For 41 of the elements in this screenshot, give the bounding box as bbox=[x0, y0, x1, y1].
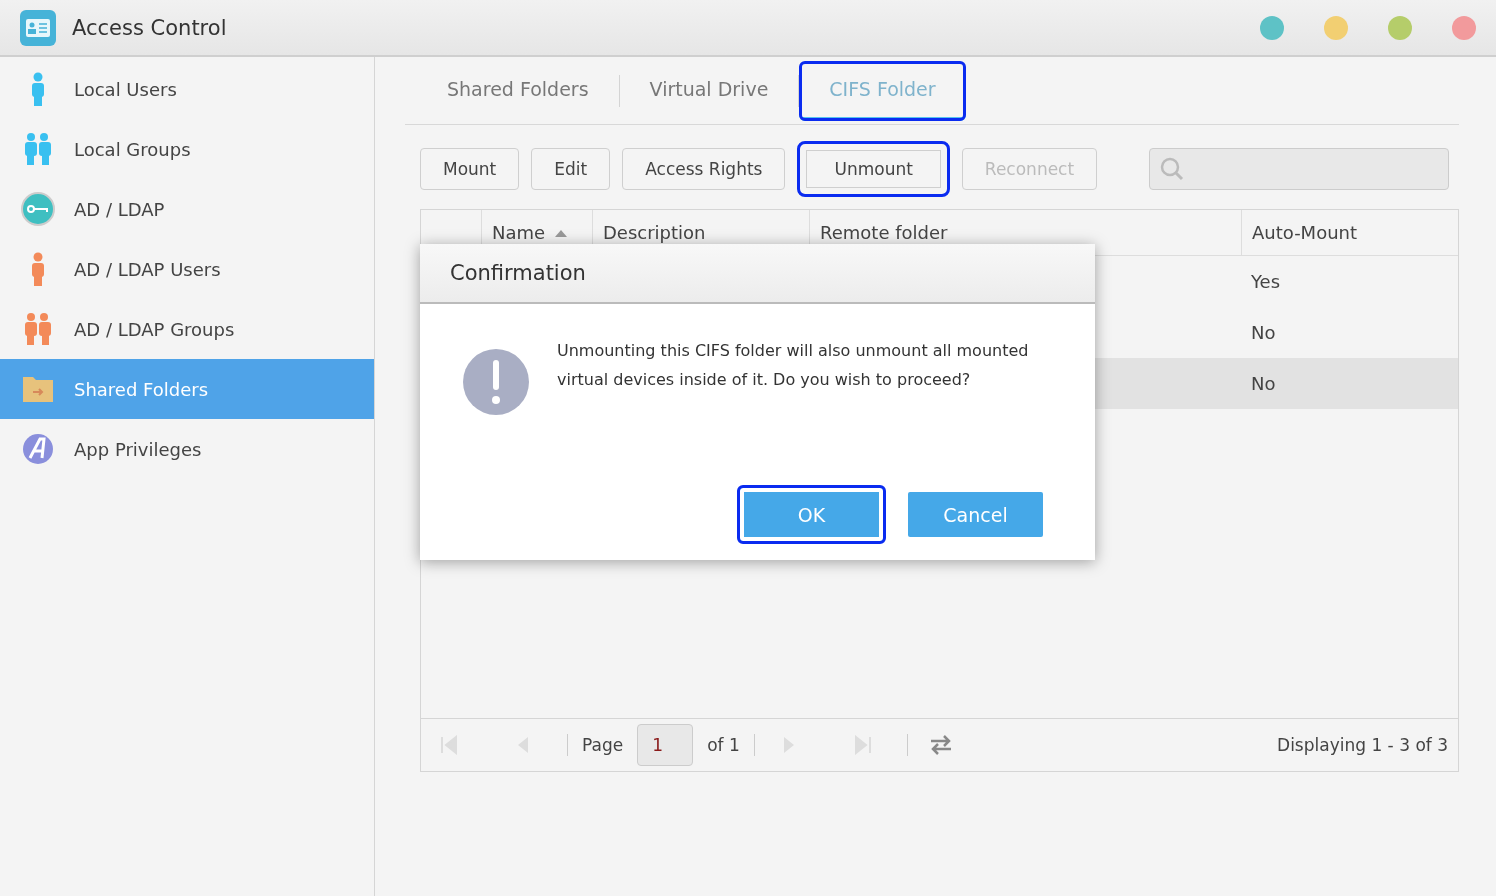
search-icon bbox=[1159, 156, 1186, 182]
window-control-dot[interactable] bbox=[1452, 15, 1476, 40]
sidebar-item[interactable]: AD / LDAP bbox=[0, 179, 374, 239]
tab[interactable]: Shared Folders bbox=[417, 60, 619, 121]
sidebar-item[interactable]: Local Groups bbox=[0, 119, 374, 179]
sidebar-label: AD / LDAP Users bbox=[74, 258, 221, 280]
toolbar-button[interactable]: Edit bbox=[531, 148, 611, 190]
toolbar-button[interactable]: Access Rights bbox=[622, 148, 786, 190]
window-control-dot[interactable] bbox=[1260, 15, 1284, 40]
dialog-title: Confirmation bbox=[420, 244, 1095, 304]
sidebar-label: AD / LDAP bbox=[74, 198, 165, 220]
sidebar-item[interactable]: AD / LDAP Users bbox=[0, 239, 374, 299]
key-icon bbox=[20, 191, 56, 227]
table-cell-text: No bbox=[1250, 372, 1277, 396]
sidebar-label: App Privileges bbox=[74, 438, 202, 460]
displaying-count: Displaying 1 - 3 of 3 bbox=[1277, 735, 1448, 755]
page-count: of 1 bbox=[707, 735, 740, 755]
sidebar-item[interactable]: AD / LDAP Groups bbox=[0, 299, 374, 359]
app-logo-icon bbox=[20, 9, 56, 46]
page-label: Page bbox=[582, 735, 624, 755]
sidebar-label: Local Groups bbox=[74, 138, 191, 160]
sort-arrow-icon bbox=[555, 228, 568, 237]
sidebar-item[interactable]: Local Users bbox=[0, 59, 374, 119]
toolbar-button[interactable]: Mount bbox=[420, 148, 520, 190]
window-control-dot[interactable] bbox=[1324, 15, 1348, 40]
window-title: Access Control bbox=[72, 15, 228, 40]
exclamation-icon bbox=[462, 348, 530, 416]
tab[interactable]: Virtual Drive bbox=[619, 60, 799, 121]
window-control-dot[interactable] bbox=[1388, 15, 1412, 40]
sidebar-item[interactable]: App Privileges bbox=[0, 419, 374, 479]
sidebar-label: AD / LDAP Groups bbox=[74, 318, 235, 340]
app-icon bbox=[20, 431, 56, 467]
dialog-message: Unmounting this CIFS folder will also unmount all mounted virtual devices inside of it. Do you wish to proceed? bbox=[557, 340, 1030, 391]
toolbar-button[interactable]: Unmount bbox=[797, 141, 950, 197]
sidebar-label: Local Users bbox=[74, 78, 177, 100]
first-page-icon[interactable] bbox=[439, 735, 459, 755]
column-header[interactable]: Auto-Mount bbox=[1241, 210, 1458, 255]
sidebar-label: Shared Folders bbox=[74, 378, 209, 400]
search-field[interactable] bbox=[1149, 148, 1450, 190]
page-number-field[interactable]: 1 bbox=[637, 724, 694, 766]
last-page-icon[interactable] bbox=[852, 735, 873, 755]
